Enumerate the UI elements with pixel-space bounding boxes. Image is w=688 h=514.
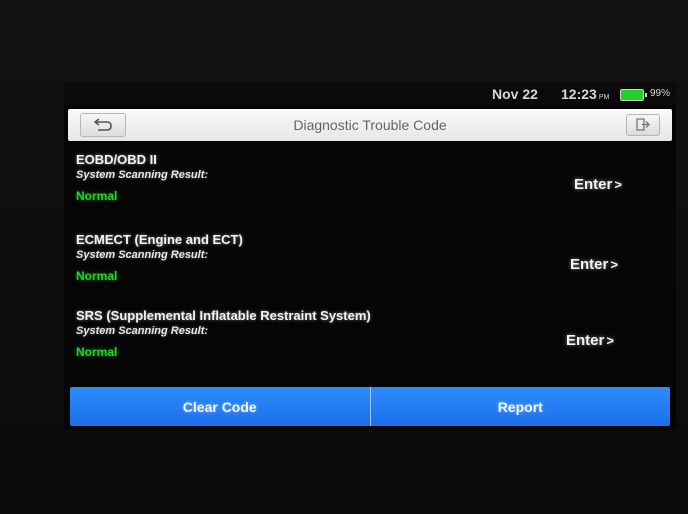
status-date: Nov 22 [492,86,538,102]
status-bar: Nov 22 12:23 PM 99% [64,82,676,106]
report-button[interactable]: Report [371,387,671,426]
clear-code-button[interactable]: Clear Code [70,387,370,426]
enter-button-srs[interactable]: Enter > [566,332,614,349]
battery-tip [645,93,647,97]
battery-percent: 99% [650,88,671,99]
device-screen: Nov 22 12:23 PM 99% Diagnostic Trouble Co… [64,82,676,430]
status-ampm: PM [598,94,610,101]
battery-icon [620,89,647,101]
enter-label: Enter [574,176,613,193]
chevron-right-icon: > [614,177,622,192]
status-time-value: 12:23 [561,86,597,102]
chevron-right-icon: > [606,333,614,348]
enter-label: Enter [570,256,609,273]
chevron-right-icon: > [610,257,618,272]
exit-icon [636,118,650,131]
system-name: SRS (Supplemental Inflatable Restraint S… [76,308,371,323]
exit-button[interactable] [626,114,660,136]
enter-button-eobd[interactable]: Enter > [574,176,622,193]
action-bar: Clear Code Report [70,387,670,426]
status-time: 12:23 PM [561,86,609,102]
system-item-eobd: EOBD/OBD II System Scanning Result: Norm… [76,152,666,203]
system-name: EOBD/OBD II [76,152,157,167]
enter-button-ecmect[interactable]: Enter > [570,256,618,273]
title-bar: Diagnostic Trouble Code [68,109,672,141]
system-item-srs: SRS (Supplemental Inflatable Restraint S… [76,308,666,359]
page-title: Diagnostic Trouble Code [293,117,447,133]
enter-label: Enter [566,332,605,349]
system-name: ECMECT (Engine and ECT) [76,232,243,247]
system-item-ecmect: ECMECT (Engine and ECT) System Scanning … [76,232,666,283]
battery-level-fill [621,90,643,100]
